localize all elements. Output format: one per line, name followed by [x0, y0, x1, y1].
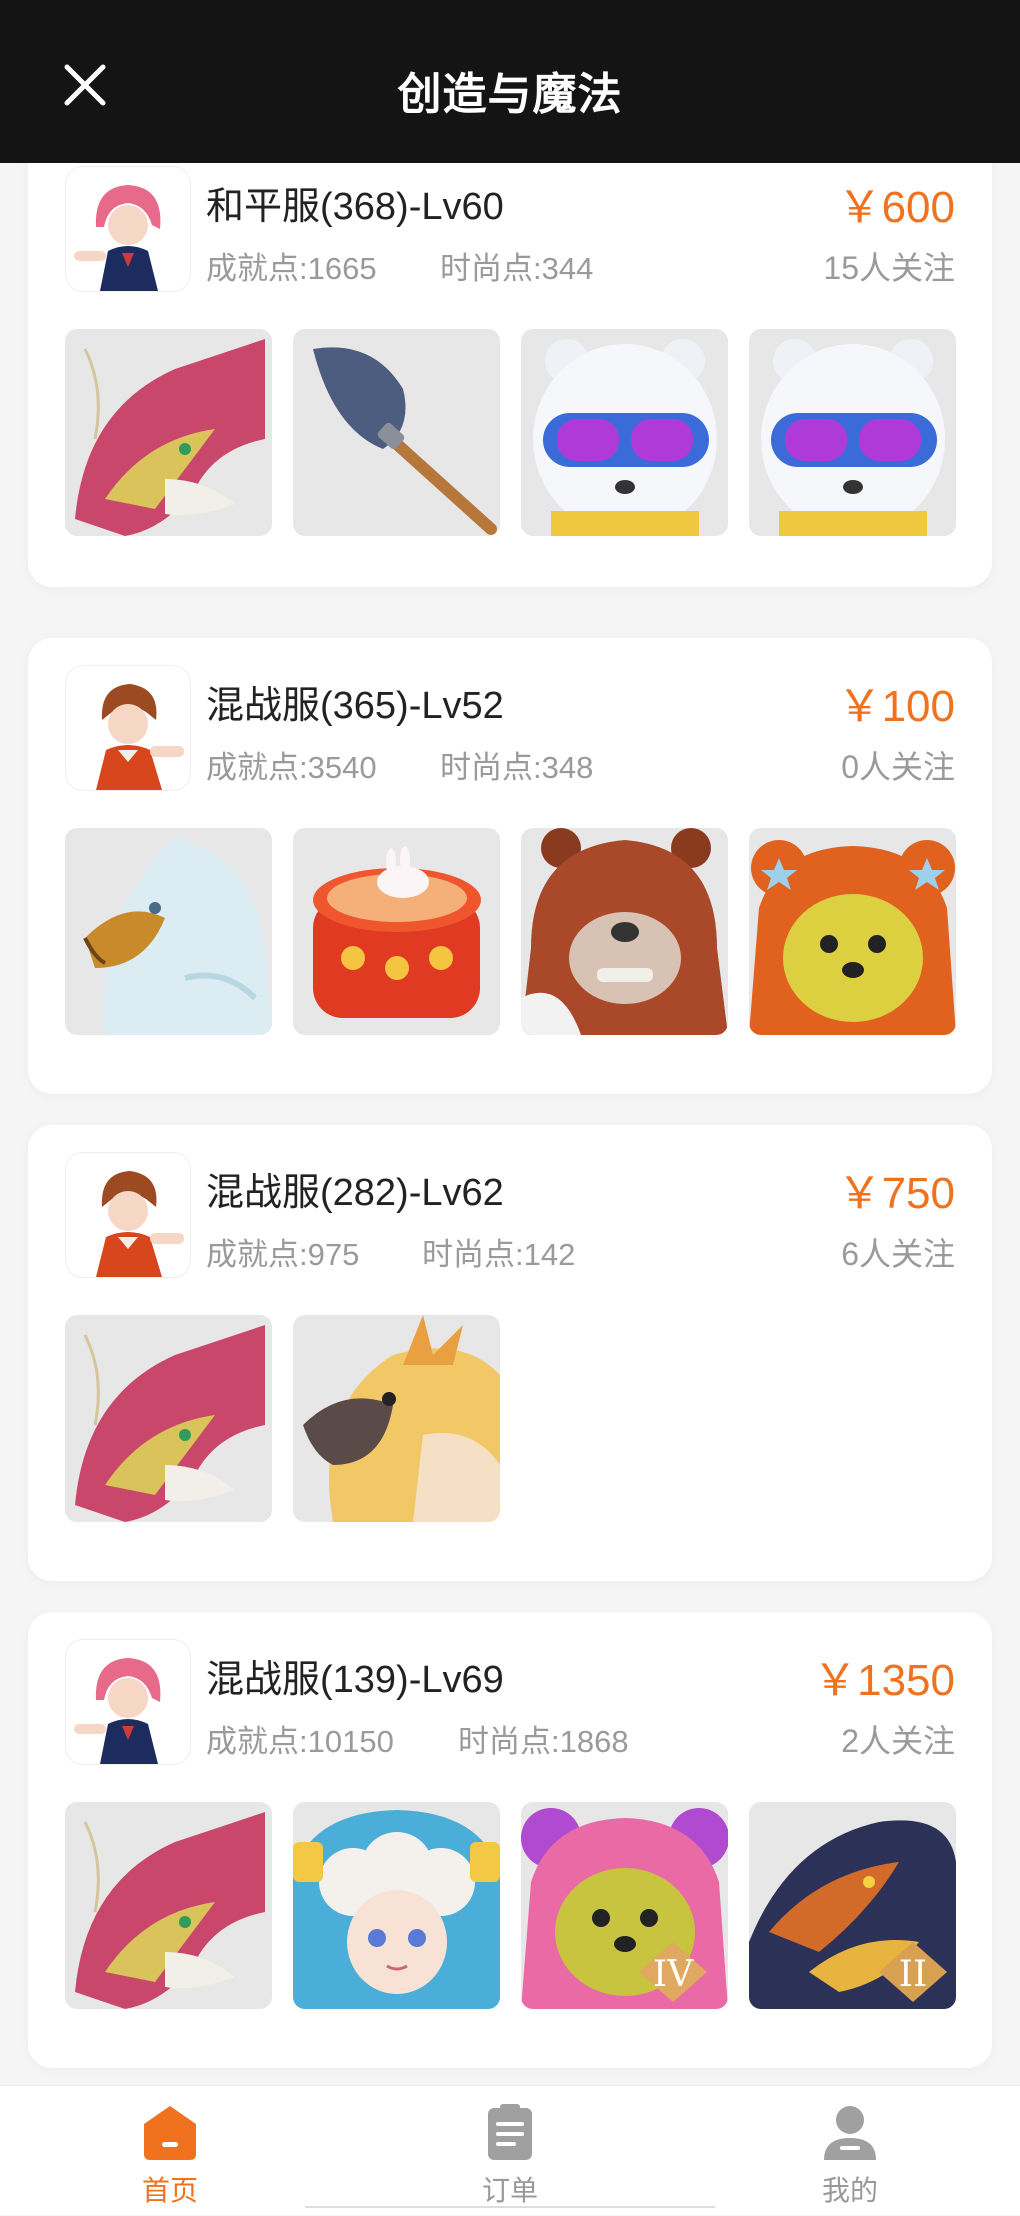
- follower-count: 6人关注: [841, 1236, 955, 1272]
- listing-price: ￥1350: [813, 1656, 955, 1705]
- rank-badge: IV: [653, 1954, 694, 1995]
- pink-dragon-mount-thumb[interactable]: [65, 1315, 272, 1522]
- listing-price: ￥750: [837, 1169, 955, 1218]
- tab-home[interactable]: 首页: [100, 2102, 240, 2206]
- brown-bear-mount-thumb[interactable]: [521, 828, 728, 1035]
- home-indicator: [305, 2206, 715, 2216]
- pink-hair-girl-avatar: [65, 1639, 191, 1765]
- tab-home-label: 首页: [141, 2175, 198, 2206]
- goggle-bear-thumb[interactable]: [749, 329, 956, 536]
- listing-list[interactable]: 和平服(368)-Lv60 成就点:1665 时尚点:344 ￥600 15人关…: [0, 163, 1020, 2085]
- fashion-points: 时尚点:348: [440, 750, 594, 785]
- white-eagle-mount-thumb[interactable]: [65, 828, 272, 1035]
- fashion-points: 时尚点:142: [422, 1237, 576, 1272]
- orange-bear-suit-thumb[interactable]: [749, 828, 956, 1035]
- achievement-points: 成就点:975: [206, 1237, 360, 1272]
- listing-title: 混战服(139)-Lv69: [206, 1659, 504, 1701]
- red-drum-with-bunny-thumb[interactable]: [293, 828, 500, 1035]
- tab-profile-label: 我的: [821, 2175, 878, 2206]
- brown-hair-boy-avatar: [65, 1152, 191, 1278]
- listing-title: 和平服(368)-Lv60: [206, 186, 504, 228]
- tab-profile[interactable]: 我的: [780, 2102, 920, 2206]
- fashion-points: 时尚点:1868: [458, 1724, 629, 1759]
- listing-card[interactable]: 和平服(368)-Lv60 成就点:1665 时尚点:344 ￥600 15人关…: [28, 163, 992, 587]
- achievement-points: 成就点:10150: [206, 1724, 394, 1759]
- dark-dragon-mount-thumb[interactable]: II: [749, 1802, 956, 2009]
- sheep-hair-girl-thumb[interactable]: [293, 1802, 500, 2009]
- clipboard-icon: [488, 2104, 532, 2160]
- follower-count: 15人关注: [823, 250, 955, 286]
- fashion-points: 时尚点:344: [440, 251, 594, 286]
- achievement-points: 成就点:1665: [206, 251, 377, 286]
- listing-card[interactable]: 混战服(282)-Lv62 成就点:975 时尚点:142 ￥750 6人关注: [28, 1125, 992, 1581]
- follower-count: 2人关注: [841, 1723, 955, 1759]
- pink-dragon-mount-thumb[interactable]: [65, 1802, 272, 2009]
- shovel-tool-thumb[interactable]: [293, 329, 500, 536]
- tab-orders[interactable]: 订单: [440, 2102, 580, 2206]
- pink-dragon-mount-thumb[interactable]: [65, 329, 272, 536]
- listing-price: ￥100: [837, 682, 955, 731]
- listing-title: 混战服(282)-Lv62: [206, 1172, 504, 1214]
- achievement-points: 成就点:3540: [206, 750, 377, 785]
- listing-card[interactable]: 混战服(365)-Lv52 成就点:3540 时尚点:348 ￥100 0人关注: [28, 638, 992, 1094]
- app-header: 创造与魔法: [0, 0, 1020, 163]
- listing-price: ￥600: [837, 183, 955, 232]
- golden-parrot-mount-thumb[interactable]: [293, 1315, 500, 1522]
- listing-card[interactable]: 混战服(139)-Lv69 成就点:10150 时尚点:1868 ￥1350 2…: [28, 1612, 992, 2068]
- brown-hair-boy-avatar: [65, 665, 191, 791]
- page-title: 创造与魔法: [397, 70, 623, 119]
- rank-badge: II: [899, 1954, 927, 1995]
- listing-title: 混战服(365)-Lv52: [206, 685, 504, 727]
- goggle-bear-thumb[interactable]: [521, 329, 728, 536]
- home-icon: [144, 2106, 196, 2160]
- follower-count: 0人关注: [841, 749, 955, 785]
- tab-orders-label: 订单: [481, 2175, 538, 2206]
- bottom-tab-bar: 首页 订单 我的: [0, 2085, 1020, 2215]
- user-icon: [824, 2106, 876, 2160]
- pink-bear-suit-thumb[interactable]: IV: [521, 1802, 728, 2009]
- pink-hair-girl-avatar: [65, 166, 191, 292]
